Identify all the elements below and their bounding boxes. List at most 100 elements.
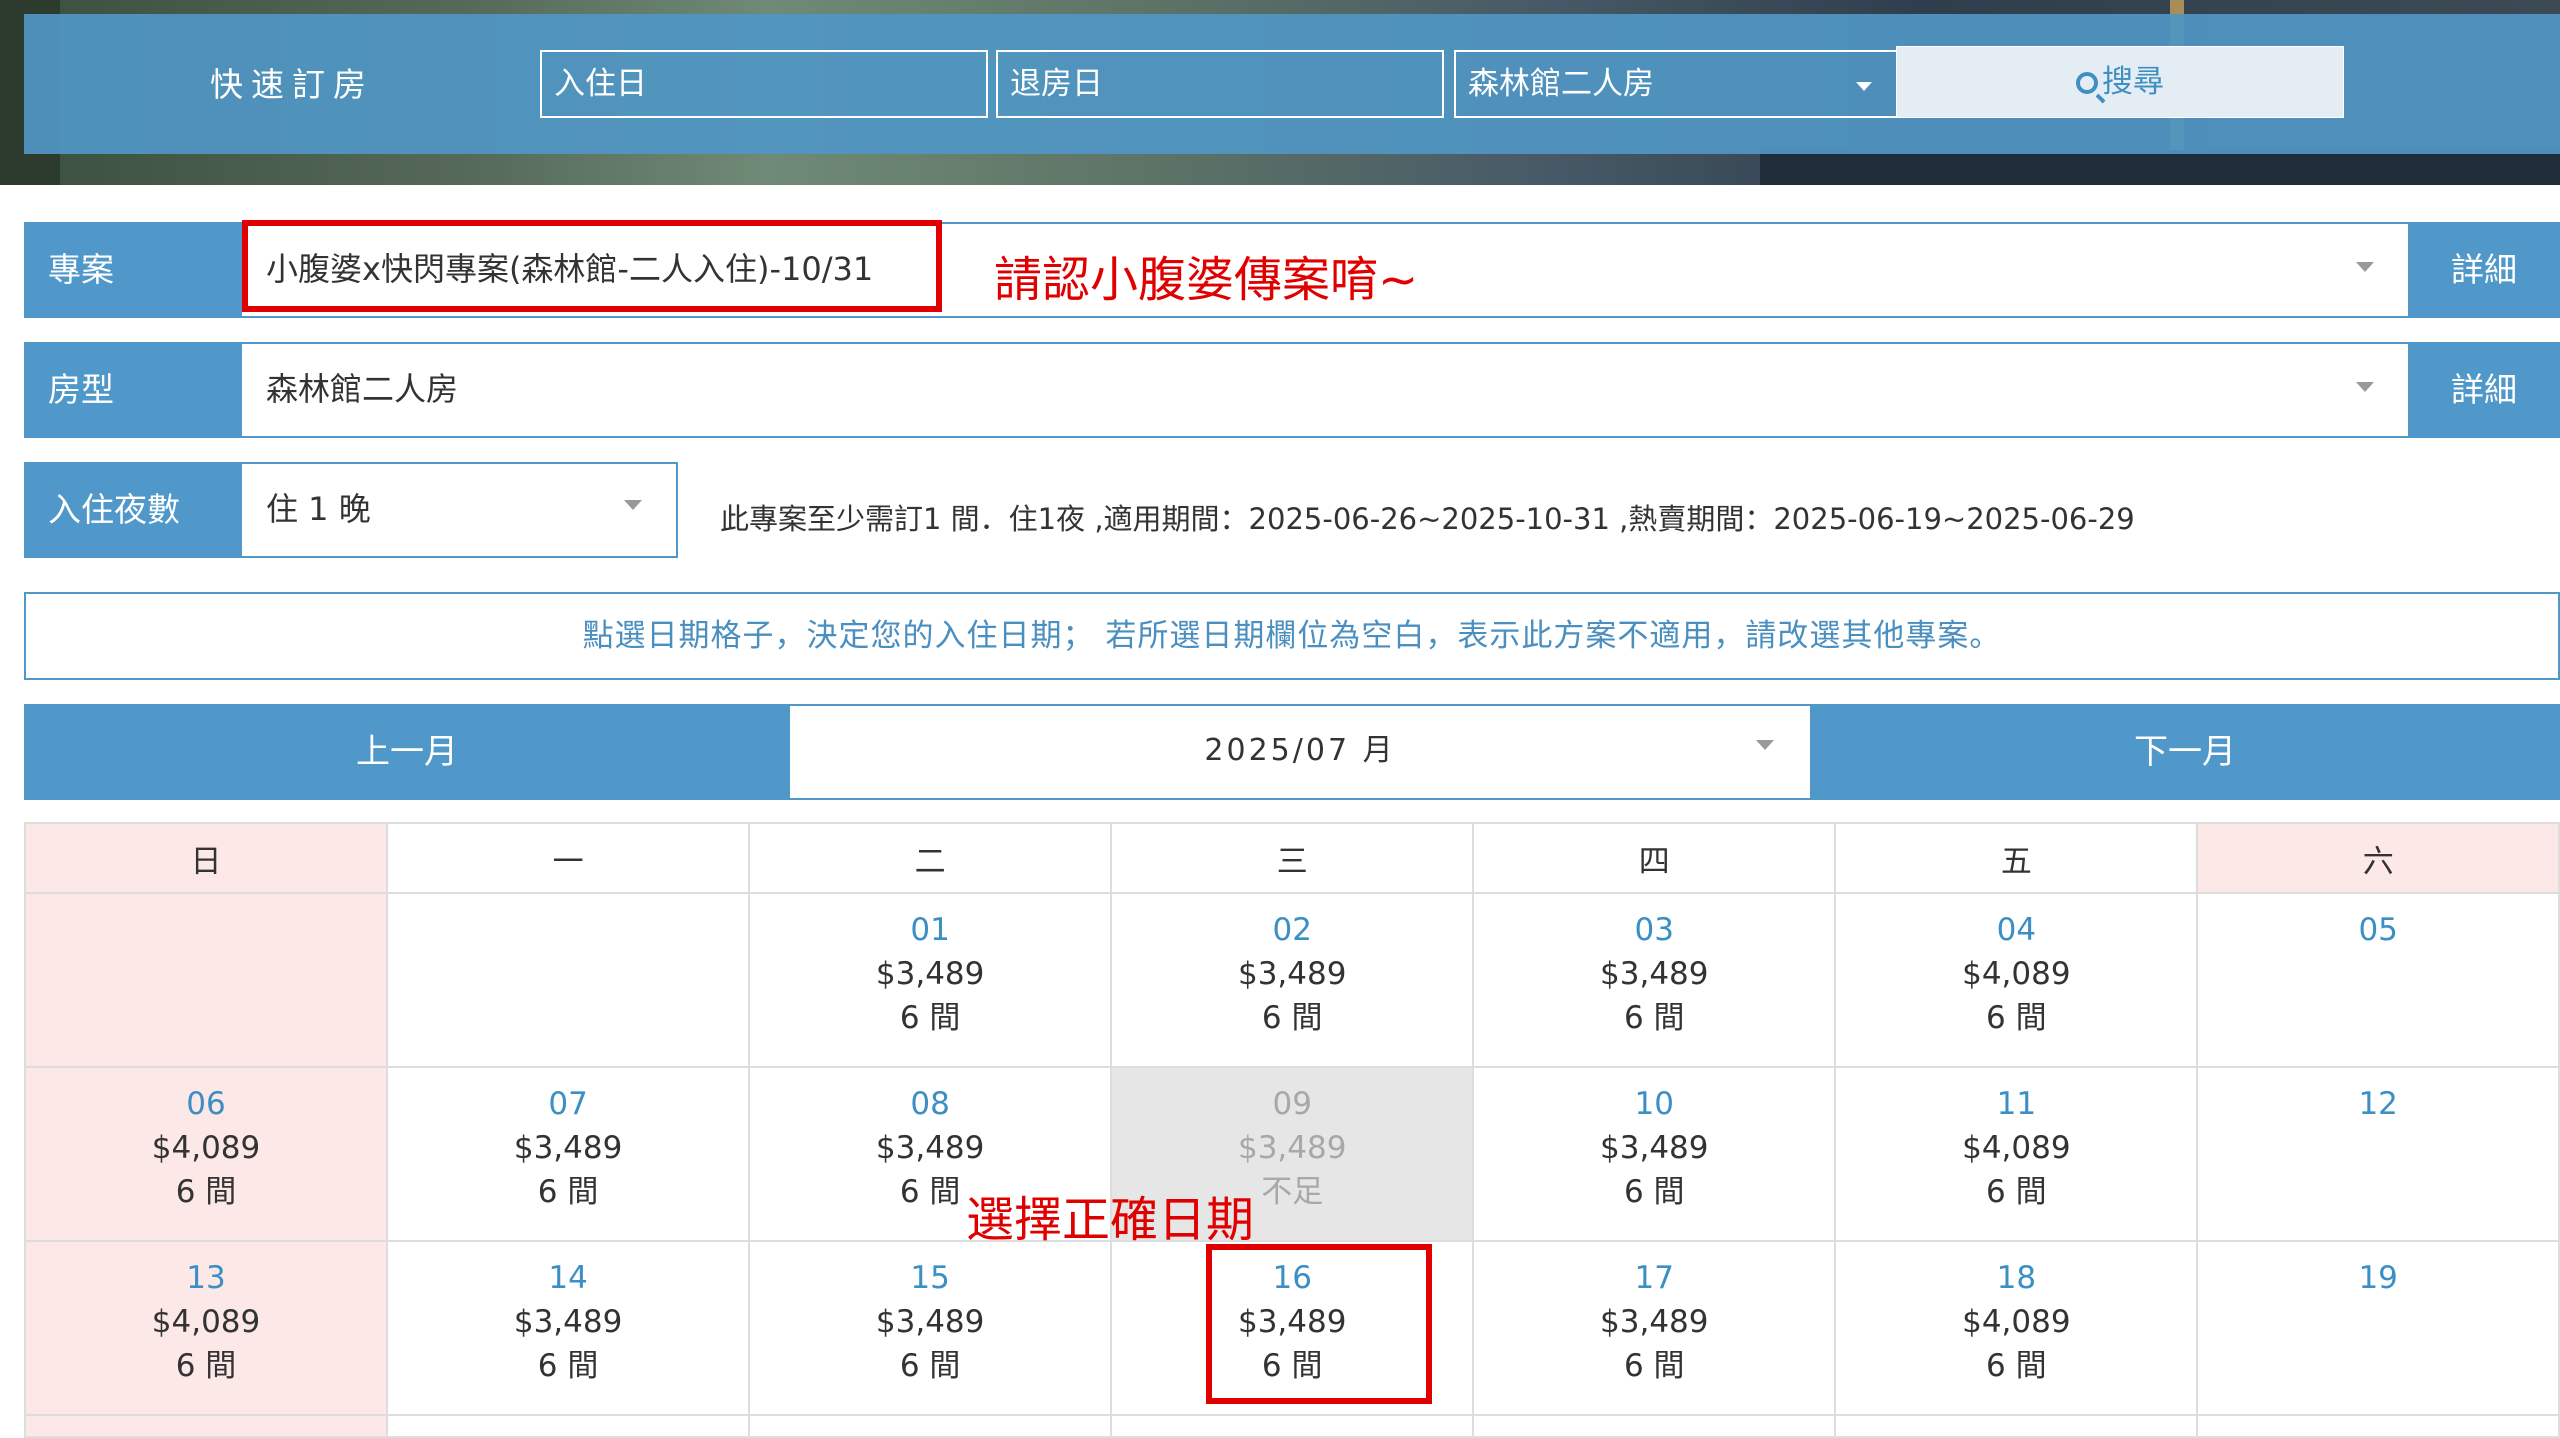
- day-price: $4,089: [151, 1130, 261, 1166]
- day-price: $4,089: [1962, 1304, 2071, 1340]
- day-number: 10: [1634, 1086, 1674, 1122]
- day-rooms: 6 間: [1986, 1000, 2047, 1036]
- date-annotation: 選擇正確日期: [966, 1192, 1255, 1248]
- calendar-day[interactable]: 17 $3,489 6 間: [1472, 1240, 1837, 1416]
- day-number: 01: [910, 912, 950, 948]
- calendar-day-empty: [23, 892, 389, 1068]
- calendar-day-empty: [386, 892, 751, 1068]
- calendar-day[interactable]: 19: [2196, 1240, 2560, 1416]
- calendar-day[interactable]: 10 $3,489 6 間: [1472, 1066, 1837, 1242]
- calendar-day[interactable]: 01 $3,489 6 間: [748, 892, 1113, 1068]
- calendar-day[interactable]: 07 $3,489 6 間: [386, 1066, 751, 1242]
- hero-building: [1760, 150, 2560, 185]
- calendar-day[interactable]: 12: [2196, 1066, 2560, 1242]
- next-month-button[interactable]: 下一月: [1810, 704, 2560, 800]
- room-type-select-value: 森林館二人房: [1468, 66, 1654, 102]
- day-number: 07: [548, 1086, 588, 1122]
- search-icon: [2076, 72, 2098, 94]
- day-price: $3,489: [513, 1304, 623, 1340]
- weekday-mon: 一: [386, 822, 751, 894]
- weekday-header: 日 一 二 三 四 五 六: [23, 822, 2560, 894]
- day-price: $3,489: [1237, 1130, 1347, 1166]
- search-button[interactable]: 搜尋: [1896, 46, 2344, 118]
- day-price: $3,489: [513, 1130, 623, 1166]
- day-rooms: 6 間: [175, 1348, 237, 1384]
- checkin-input[interactable]: 入住日: [540, 50, 988, 118]
- weekday-sun: 日: [23, 822, 389, 894]
- day-price: $3,489: [1600, 1130, 1709, 1166]
- day-number: 15: [910, 1260, 950, 1296]
- calendar-day[interactable]: 04 $4,089 6 間: [1834, 892, 2199, 1068]
- day-rooms: 6 間: [1261, 1000, 1323, 1036]
- calendar-day-cut: [23, 1414, 389, 1438]
- day-price: $3,489: [875, 1304, 985, 1340]
- calendar-day-cut: [1110, 1414, 1475, 1438]
- prev-month-button[interactable]: 上一月: [24, 704, 790, 800]
- room-label: 房型: [24, 342, 242, 438]
- nights-row: 入住夜數 住 1 晚: [24, 462, 680, 558]
- weekday-thu: 四: [1472, 822, 1837, 894]
- calendar-week: 06 $4,089 6 間 07 $3,489 6 間 08 $3,489 6 間 09 $3…: [23, 1066, 2560, 1242]
- calendar-day-cut: [1834, 1414, 2199, 1438]
- room-select[interactable]: 森林館二人房: [242, 342, 2408, 438]
- quick-booking-bar: 快速訂房 入住日 退房日 森林館二人房 搜尋: [24, 14, 2560, 154]
- room-detail-button[interactable]: 詳細: [2408, 342, 2560, 438]
- day-rooms: 6 間: [899, 1348, 961, 1384]
- day-rooms: 6 間: [1986, 1174, 2047, 1210]
- day-rooms: 6 間: [537, 1174, 599, 1210]
- day-rooms: 6 間: [1623, 1174, 1685, 1210]
- day-rooms: 6 間: [899, 1000, 961, 1036]
- room-select-value: 森林館二人房: [266, 370, 459, 408]
- calendar-day[interactable]: 15 $3,489 6 間: [748, 1240, 1113, 1416]
- day-number: 14: [548, 1260, 588, 1296]
- calendar-day[interactable]: 03 $3,489 6 間: [1472, 892, 1837, 1068]
- calendar-day[interactable]: 13 $4,089 6 間: [23, 1240, 389, 1416]
- day-number: 06: [186, 1086, 226, 1122]
- weekday-tue: 二: [748, 822, 1113, 894]
- calendar-day[interactable]: 05: [2196, 892, 2560, 1068]
- day-number: 18: [1996, 1260, 2037, 1296]
- chevron-down-icon: [624, 500, 642, 510]
- calendar-day[interactable]: 18 $4,089 6 間: [1834, 1240, 2199, 1416]
- day-number: 05: [2358, 912, 2398, 948]
- search-button-label: 搜尋: [2102, 64, 2164, 100]
- day-rooms: 6 間: [1623, 1348, 1685, 1384]
- nights-select[interactable]: 住 1 晚: [242, 462, 678, 558]
- day-rooms: 6 間: [1623, 1000, 1685, 1036]
- room-row: 房型 森林館二人房 詳細: [24, 342, 2560, 438]
- calendar-week: 01 $3,489 6 間 02 $3,489 6 間 03 $3,489 6 間 04 $4…: [23, 892, 2560, 1068]
- weekday-fri: 五: [1834, 822, 2199, 894]
- calendar-day[interactable]: 06 $4,089 6 間: [23, 1066, 389, 1242]
- day-price: $4,089: [1962, 1130, 2071, 1166]
- weekday-sat: 六: [2196, 822, 2560, 894]
- plan-label: 專案: [24, 222, 242, 318]
- calendar-day[interactable]: 02 $3,489 6 間: [1110, 892, 1475, 1068]
- day-number: 03: [1634, 912, 1674, 948]
- chevron-down-icon: [2356, 262, 2374, 272]
- day-number: 13: [186, 1260, 226, 1296]
- checkout-input[interactable]: 退房日: [996, 50, 1444, 118]
- room-type-select[interactable]: 森林館二人房: [1454, 50, 1900, 118]
- day-number: 17: [1634, 1260, 1674, 1296]
- quick-booking-title: 快速訂房: [210, 65, 374, 104]
- calendar-day-cut: [1472, 1414, 1837, 1438]
- chevron-down-icon: [1856, 82, 1872, 91]
- day-number: 08: [910, 1086, 950, 1122]
- day-price: $3,489: [875, 956, 985, 992]
- plan-info-text: 此專案至少需訂1 間．住1夜 ,適用期間：2025-06-26~2025-10-…: [720, 502, 2135, 536]
- day-price: $3,489: [1600, 1304, 1709, 1340]
- day-price: $4,089: [151, 1304, 261, 1340]
- plan-detail-button[interactable]: 詳細: [2408, 222, 2560, 318]
- date-highlight-box: [1206, 1244, 1432, 1404]
- calendar-week-partial: [23, 1414, 2560, 1438]
- calendar-day-cut: [386, 1414, 751, 1438]
- calendar-day[interactable]: 11 $4,089 6 間: [1834, 1066, 2199, 1242]
- day-number: 12: [2358, 1086, 2398, 1122]
- month-select-value: 2025/07 月: [1204, 733, 1396, 768]
- chevron-down-icon: [1756, 740, 1774, 750]
- day-price: $3,489: [1600, 956, 1709, 992]
- weekday-wed: 三: [1110, 822, 1475, 894]
- month-select[interactable]: 2025/07 月: [790, 704, 1810, 800]
- day-number: 19: [2358, 1260, 2398, 1296]
- calendar-day[interactable]: 14 $3,489 6 間: [386, 1240, 751, 1416]
